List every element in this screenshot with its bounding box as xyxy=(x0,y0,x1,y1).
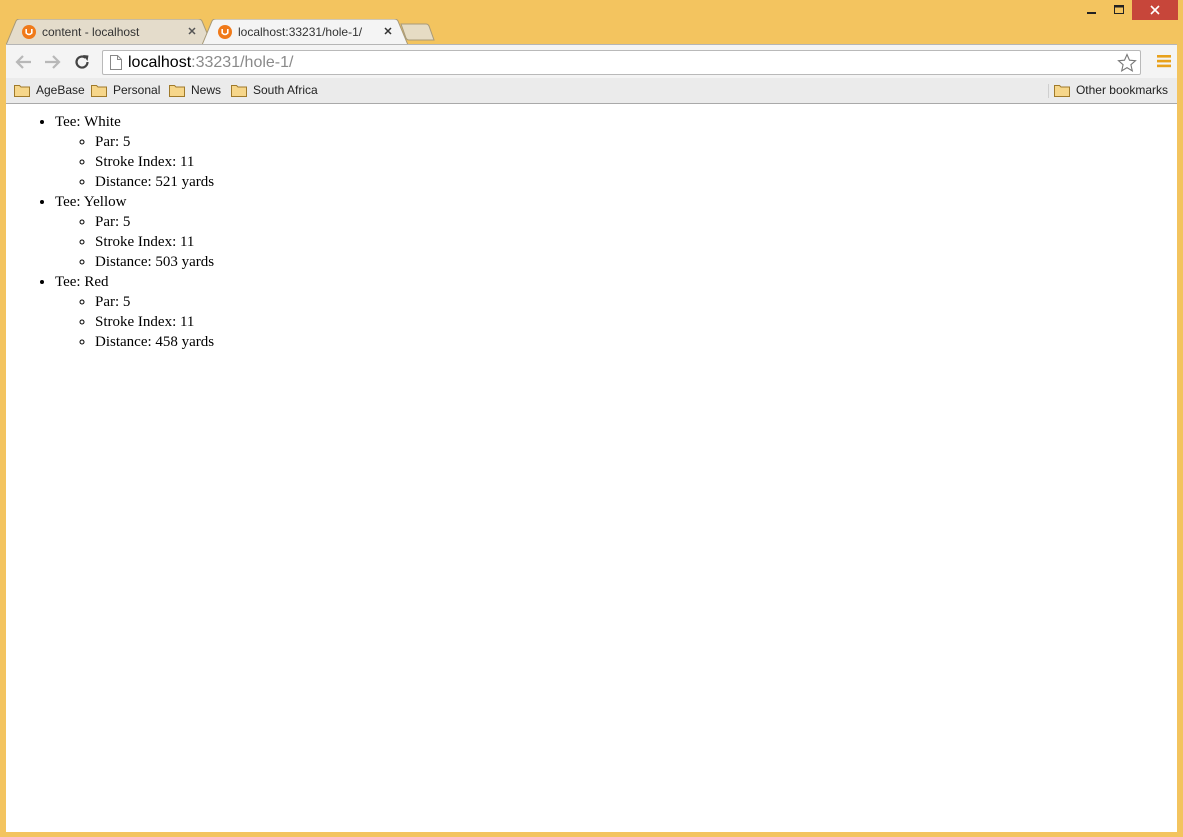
forward-button[interactable] xyxy=(42,52,62,72)
folder-icon xyxy=(91,84,107,97)
new-tab-button[interactable] xyxy=(400,23,436,41)
tee-item-red: Tee: Red Par: 5 Stroke Index: 11 Distanc… xyxy=(55,272,1177,352)
reload-icon xyxy=(75,55,89,69)
distance-item: Distance: 458 yards xyxy=(95,332,1177,352)
forward-arrow-icon xyxy=(45,55,61,69)
tee-details: Par: 5 Stroke Index: 11 Distance: 521 ya… xyxy=(55,132,1177,192)
minimize-button[interactable] xyxy=(1078,0,1105,20)
page-content: Tee: White Par: 5 Stroke Index: 11 Dista… xyxy=(6,104,1177,832)
tee-label: Tee: Red xyxy=(55,274,109,290)
back-button[interactable] xyxy=(14,52,34,72)
par-item: Par: 5 xyxy=(95,212,1177,232)
umbraco-favicon-icon xyxy=(22,25,36,39)
tab-title: content - localhost xyxy=(42,25,140,39)
maximize-button[interactable] xyxy=(1105,0,1132,20)
umbraco-favicon-icon xyxy=(218,25,232,39)
chrome-menu-icon[interactable] xyxy=(1156,53,1172,69)
tab-title: localhost:33231/hole-1/ xyxy=(238,25,363,39)
bookmarks-bar: AgeBase Personal News South Africa Other… xyxy=(6,78,1177,104)
address-bar[interactable]: localhost:33231/hole-1/ xyxy=(102,50,1141,75)
tee-details: Par: 5 Stroke Index: 11 Distance: 503 ya… xyxy=(55,212,1177,272)
maximize-icon xyxy=(1113,5,1124,14)
other-bookmarks[interactable]: Other bookmarks xyxy=(1053,82,1168,98)
bookmark-south-africa[interactable]: South Africa xyxy=(231,82,318,98)
browser-toolbar: localhost:33231/hole-1/ xyxy=(6,44,1177,78)
tee-item-white: Tee: White Par: 5 Stroke Index: 11 Dista… xyxy=(55,112,1177,192)
tab-content-localhost[interactable]: content - localhost xyxy=(6,19,212,45)
tee-list: Tee: White Par: 5 Stroke Index: 11 Dista… xyxy=(6,112,1177,352)
back-arrow-icon xyxy=(15,55,31,69)
tab-close-icon[interactable] xyxy=(186,25,198,37)
tab-hole-1[interactable]: localhost:33231/hole-1/ xyxy=(202,19,408,45)
tee-item-yellow: Tee: Yellow Par: 5 Stroke Index: 11 Dist… xyxy=(55,192,1177,272)
close-window-button[interactable] xyxy=(1132,0,1178,20)
bookmark-label: News xyxy=(191,83,222,97)
url-path: :33231/hole-1/ xyxy=(191,54,294,71)
bookmark-label: South Africa xyxy=(253,83,318,97)
bookmark-label: Other bookmarks xyxy=(1075,83,1168,97)
par-item: Par: 5 xyxy=(95,132,1177,152)
stroke-index-item: Stroke Index: 11 xyxy=(95,312,1177,332)
url-host: localhost xyxy=(128,54,192,71)
page-icon xyxy=(110,55,122,70)
folder-icon xyxy=(1053,84,1070,97)
stroke-index-item: Stroke Index: 11 xyxy=(95,232,1177,252)
tee-details: Par: 5 Stroke Index: 11 Distance: 458 ya… xyxy=(55,292,1177,352)
par-item: Par: 5 xyxy=(95,292,1177,312)
bookmarks-separator xyxy=(1048,84,1049,98)
bookmark-star-icon[interactable] xyxy=(1117,53,1137,73)
tab-strip: content - localhost localhost:33231/hole… xyxy=(6,19,706,45)
bookmark-agebase[interactable]: AgeBase xyxy=(14,82,85,98)
reload-button[interactable] xyxy=(72,52,92,72)
stroke-index-item: Stroke Index: 11 xyxy=(95,152,1177,172)
bookmark-personal[interactable]: Personal xyxy=(91,82,160,98)
minimize-icon xyxy=(1086,12,1096,14)
close-icon xyxy=(1150,5,1160,15)
distance-item: Distance: 503 yards xyxy=(95,252,1177,272)
url-text: localhost:33231/hole-1/ xyxy=(128,54,293,72)
tee-label: Tee: Yellow xyxy=(55,194,127,210)
bookmark-label: AgeBase xyxy=(36,83,85,97)
tab-close-icon[interactable] xyxy=(382,25,394,37)
window-controls xyxy=(1078,0,1178,20)
bookmark-label: Personal xyxy=(113,83,161,97)
bookmark-news[interactable]: News xyxy=(169,82,221,98)
tee-label: Tee: White xyxy=(55,114,121,130)
folder-icon xyxy=(169,84,185,97)
folder-icon xyxy=(231,84,247,97)
folder-icon xyxy=(14,84,30,97)
distance-item: Distance: 521 yards xyxy=(95,172,1177,192)
